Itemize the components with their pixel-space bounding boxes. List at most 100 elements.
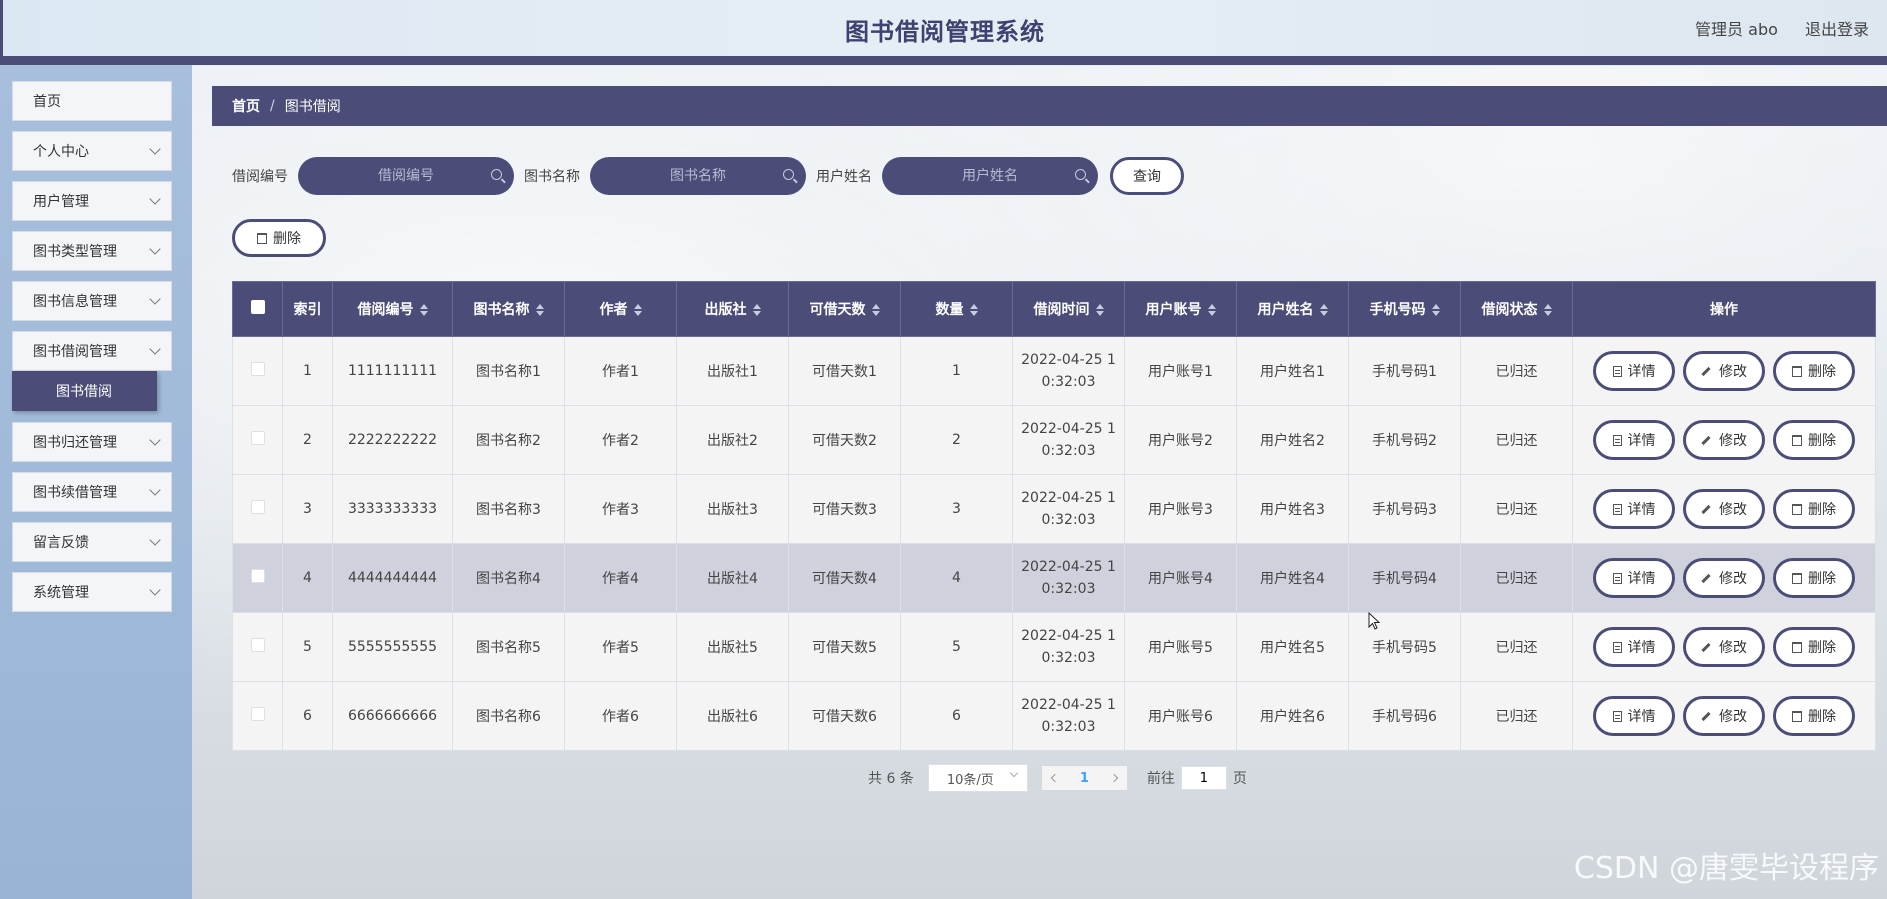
sidebar-item-label: 首页 xyxy=(33,94,61,110)
goto-page-input[interactable] xyxy=(1180,766,1227,790)
column-header[interactable]: 图书名称 xyxy=(452,281,565,337)
detail-button[interactable]: 详情 xyxy=(1593,696,1675,736)
sort-icon[interactable] xyxy=(1319,304,1328,316)
edit-button[interactable]: 修改 xyxy=(1683,558,1765,598)
column-header[interactable]: 数量 xyxy=(900,281,1013,337)
sort-icon[interactable] xyxy=(1543,304,1552,316)
delete-button[interactable]: 删除 xyxy=(1773,696,1855,736)
cell-account: 用户账号3 xyxy=(1124,474,1237,544)
detail-button[interactable]: 详情 xyxy=(1593,351,1675,391)
sort-icon[interactable] xyxy=(419,304,428,316)
checkbox[interactable] xyxy=(250,500,265,514)
detail-label: 详情 xyxy=(1627,364,1656,380)
checkbox[interactable] xyxy=(250,569,265,583)
batch-delete-button[interactable]: 删除 xyxy=(232,219,326,257)
table-row[interactable]: 4 4444444444 图书名称4 作者4 出版社4 可借天数4 4 2022-04-25 … xyxy=(232,543,1876,613)
sort-icon[interactable] xyxy=(633,304,642,316)
detail-button[interactable]: 详情 xyxy=(1593,627,1675,667)
column-header[interactable]: 借阅编号 xyxy=(332,281,453,337)
row-select[interactable] xyxy=(232,336,283,406)
sidebar-item-book-info-management[interactable]: 图书信息管理 xyxy=(12,281,172,321)
checkbox[interactable] xyxy=(250,362,265,376)
row-select[interactable] xyxy=(232,681,283,751)
edit-button[interactable]: 修改 xyxy=(1683,351,1765,391)
search-icon xyxy=(783,169,794,180)
cell-index: 6 xyxy=(282,681,333,751)
borrow-code-input[interactable] xyxy=(331,168,481,184)
cell-author: 作者6 xyxy=(564,681,677,751)
delete-button[interactable]: 删除 xyxy=(1773,558,1855,598)
sidebar-item-home[interactable]: 首页 xyxy=(12,81,172,121)
row-select[interactable] xyxy=(232,543,283,613)
book-name-input[interactable] xyxy=(623,168,773,184)
table-row[interactable]: 1 1111111111 图书名称1 作者1 出版社1 可借天数1 1 2022-04-25 … xyxy=(232,336,1876,406)
row-select[interactable] xyxy=(232,405,283,475)
table-row[interactable]: 3 3333333333 图书名称3 作者3 出版社3 可借天数3 3 2022-04-25 … xyxy=(232,474,1876,544)
column-header[interactable]: 用户姓名 xyxy=(1236,281,1349,337)
edit-button[interactable]: 修改 xyxy=(1683,627,1765,667)
detail-button[interactable]: 详情 xyxy=(1593,489,1675,529)
sidebar-item-personal-center[interactable]: 个人中心 xyxy=(12,131,172,171)
sidebar-item-book-type-management[interactable]: 图书类型管理 xyxy=(12,231,172,271)
sidebar-item-borrow-management[interactable]: 图书借阅管理 xyxy=(12,331,172,371)
sort-icon[interactable] xyxy=(752,304,761,316)
borrow-code-search xyxy=(298,157,514,195)
cell-phone: 手机号码2 xyxy=(1348,405,1461,475)
header-select-all[interactable] xyxy=(232,281,283,337)
sort-icon[interactable] xyxy=(535,304,544,316)
sort-icon[interactable] xyxy=(969,304,978,316)
trash-icon xyxy=(1792,710,1802,722)
cell-phone: 手机号码1 xyxy=(1348,336,1461,406)
detail-button[interactable]: 详情 xyxy=(1593,558,1675,598)
column-header[interactable]: 借阅时间 xyxy=(1012,281,1125,337)
table-row[interactable]: 2 2222222222 图书名称2 作者2 出版社2 可借天数2 2 2022-04-25 … xyxy=(232,405,1876,475)
user-name-input[interactable] xyxy=(915,168,1065,184)
column-header[interactable]: 可借天数 xyxy=(788,281,901,337)
row-select[interactable] xyxy=(232,474,283,544)
sort-icon[interactable] xyxy=(1431,304,1440,316)
edit-button[interactable]: 修改 xyxy=(1683,696,1765,736)
delete-button[interactable]: 删除 xyxy=(1773,627,1855,667)
sort-icon[interactable] xyxy=(1207,304,1216,316)
query-button[interactable]: 查询 xyxy=(1110,157,1184,195)
column-header[interactable]: 作者 xyxy=(564,281,677,337)
edit-button[interactable]: 修改 xyxy=(1683,489,1765,529)
sidebar-subitem-borrow[interactable]: 图书借阅 xyxy=(12,371,157,411)
chevron-left-icon[interactable] xyxy=(1050,773,1060,783)
delete-button[interactable]: 删除 xyxy=(1773,420,1855,460)
delete-button[interactable]: 删除 xyxy=(1773,351,1855,391)
sidebar-item-feedback[interactable]: 留言反馈 xyxy=(12,522,172,562)
logout-link[interactable]: 退出登录 xyxy=(1805,20,1869,39)
row-select[interactable] xyxy=(232,612,283,682)
checkbox[interactable] xyxy=(250,638,265,652)
breadcrumb-home[interactable]: 首页 xyxy=(232,96,260,116)
sort-icon[interactable] xyxy=(871,304,880,316)
page-size-select[interactable]: 10条/页 xyxy=(927,764,1028,792)
sidebar-item-system-management[interactable]: 系统管理 xyxy=(12,572,172,612)
column-header[interactable]: 用户账号 xyxy=(1124,281,1237,337)
cell-code: 5555555555 xyxy=(332,612,453,682)
chevron-right-icon[interactable] xyxy=(1109,773,1119,783)
page-number-current[interactable]: 1 xyxy=(1080,771,1089,786)
sidebar-item-renew-management[interactable]: 图书续借管理 xyxy=(12,472,172,512)
search-label-book-name: 图书名称 xyxy=(524,169,580,185)
column-header[interactable]: 出版社 xyxy=(676,281,789,337)
column-header[interactable]: 借阅状态 xyxy=(1460,281,1573,337)
cell-status: 已归还 xyxy=(1460,405,1573,475)
sidebar-item-return-management[interactable]: 图书归还管理 xyxy=(12,422,172,462)
checkbox[interactable] xyxy=(250,300,265,314)
detail-button[interactable]: 详情 xyxy=(1593,420,1675,460)
edit-button[interactable]: 修改 xyxy=(1683,420,1765,460)
cell-author: 作者1 xyxy=(564,336,677,406)
time-line: 0:32:03 xyxy=(1041,512,1096,528)
document-icon xyxy=(1612,572,1622,584)
sidebar-item-user-management[interactable]: 用户管理 xyxy=(12,181,172,221)
delete-button[interactable]: 删除 xyxy=(1773,489,1855,529)
table-row[interactable]: 5 5555555555 图书名称5 作者5 出版社5 可借天数5 5 2022-04-25 … xyxy=(232,612,1876,682)
sort-icon[interactable] xyxy=(1095,304,1104,316)
checkbox[interactable] xyxy=(250,431,265,445)
column-header[interactable]: 手机号码 xyxy=(1348,281,1461,337)
checkbox[interactable] xyxy=(250,707,265,721)
sidebar-item-label: 用户管理 xyxy=(33,194,89,210)
table-row[interactable]: 6 6666666666 图书名称6 作者6 出版社6 可借天数6 6 2022-04-25 … xyxy=(232,681,1876,751)
